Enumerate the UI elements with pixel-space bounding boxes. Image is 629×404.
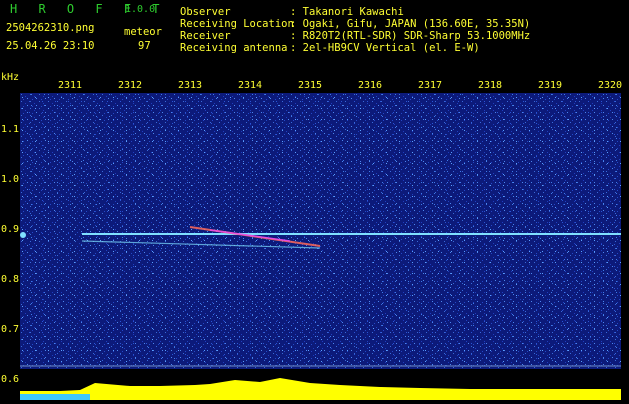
meteor-label: meteor	[124, 26, 162, 38]
noise-overlay	[20, 93, 621, 369]
app-version: 1.0.0	[125, 4, 156, 15]
x-tick-label: 2316	[358, 80, 383, 91]
observer-label: Observer	[180, 6, 231, 18]
datetime-label: 25.04.26 23:10	[6, 40, 95, 52]
x-tick-label: 2317	[418, 80, 443, 91]
antenna-value: : 2el-HB9CV Vertical (el. E-W)	[290, 42, 480, 54]
y-tick-label: 0.7	[1, 324, 20, 335]
x-tick-label: 2313	[178, 80, 203, 91]
antenna-label: Receiving antenna	[180, 42, 288, 54]
x-tick-label: 2312	[118, 80, 143, 91]
x-tick-label: 2318	[478, 80, 503, 91]
filename-label: 2504262310.png	[6, 22, 95, 34]
header-panel: H R O F F T 1.0.0 2504262310.png 25.04.2…	[0, 0, 629, 73]
spectrogram	[20, 93, 621, 377]
receiver-value: : R820T2(RTL-SDR) SDR-Sharp 53.1000MHz	[290, 30, 531, 42]
y-tick-label: 0.6	[1, 374, 20, 385]
observer-value: : Takanori Kawachi	[290, 6, 404, 18]
y-axis-unit: kHz	[1, 72, 20, 83]
x-tick-label: 2319	[538, 80, 563, 91]
power-spectrum	[20, 369, 621, 400]
x-tick-label: 2315	[298, 80, 323, 91]
spectrum-left-band	[20, 394, 90, 400]
y-tick-label: 0.9	[1, 224, 20, 235]
receiver-label: Receiver	[180, 30, 231, 42]
power-spectrum-plot	[20, 378, 621, 400]
spectrum-fill	[20, 378, 621, 400]
x-tick-label: 2320	[598, 80, 623, 91]
meteor-count: 97	[138, 40, 151, 52]
location-value: : Ogaki, Gifu, JAPAN (136.60E, 35.35N)	[290, 18, 531, 30]
left-marker	[20, 232, 26, 238]
y-tick-label: 1.0	[1, 174, 20, 185]
spectrogram-plot	[20, 93, 621, 377]
location-label: Receiving Location	[180, 18, 294, 30]
y-tick-label: 0.8	[1, 274, 20, 285]
x-tick-label: 2311	[58, 80, 83, 91]
y-tick-label: 1.1	[1, 124, 20, 135]
x-tick-label: 2314	[238, 80, 263, 91]
